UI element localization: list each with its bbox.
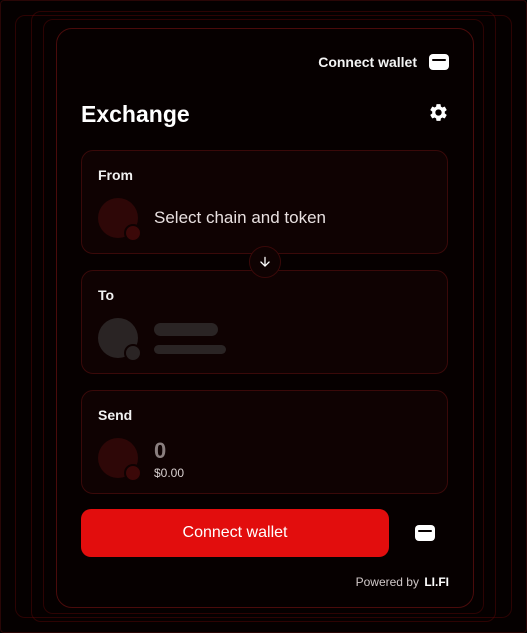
powered-by: Powered by LI.FI [356, 575, 449, 589]
skeleton-line [154, 323, 218, 336]
to-card[interactable]: To [81, 270, 448, 374]
from-label: From [98, 167, 133, 183]
wallet-button[interactable] [415, 525, 435, 541]
to-label: To [98, 287, 115, 303]
chain-badge [124, 464, 142, 482]
send-amount-input[interactable]: 0 [154, 438, 166, 464]
token-avatar [98, 438, 142, 482]
exchange-widget: Connect wallet Exchange From Select chai… [56, 28, 474, 608]
brand-logo[interactable]: LI.FI [424, 575, 449, 589]
from-card[interactable]: From Select chain and token [81, 150, 448, 254]
send-usd-value: $0.00 [154, 466, 185, 480]
chain-badge-placeholder [124, 344, 142, 362]
token-avatar-placeholder [98, 318, 142, 362]
powered-by-text: Powered by [355, 575, 419, 589]
arrow-down-icon [260, 256, 270, 267]
page-title: Exchange [81, 101, 190, 127]
chain-badge [124, 224, 142, 242]
connect-wallet-header-label: Connect wallet [318, 54, 417, 70]
connect-wallet-label: Connect wallet [182, 524, 288, 541]
connect-wallet-button[interactable]: Connect wallet [81, 509, 389, 557]
wallet-icon [429, 54, 449, 70]
send-label: Send [98, 407, 133, 423]
token-avatar [98, 198, 142, 242]
skeleton-line [154, 345, 226, 354]
swap-direction-button[interactable] [249, 246, 281, 278]
select-chain-token[interactable]: Select chain and token [154, 208, 326, 228]
connect-wallet-header-button[interactable]: Connect wallet [318, 52, 449, 72]
gear-icon[interactable] [428, 102, 449, 123]
send-card: Send 0 $0.00 [81, 390, 448, 494]
wallet-icon [415, 525, 435, 541]
app-frame: Connect wallet Exchange From Select chai… [0, 0, 527, 633]
